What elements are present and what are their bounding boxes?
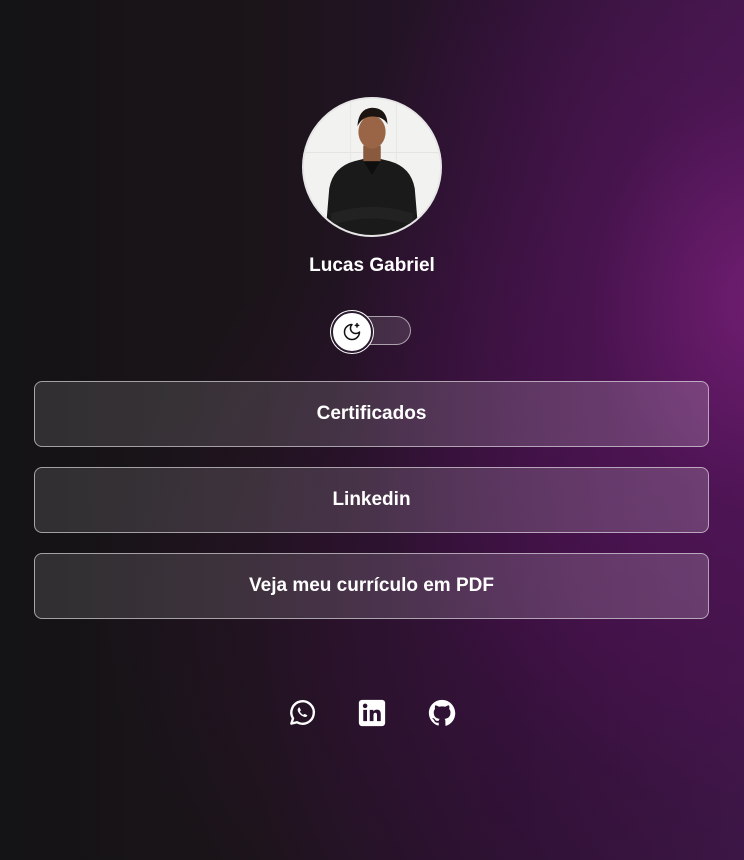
avatar — [302, 97, 442, 237]
whatsapp-icon[interactable] — [287, 698, 317, 728]
linkedin-icon[interactable] — [357, 698, 387, 728]
toggle-knob[interactable] — [331, 311, 373, 353]
profile-photo — [304, 99, 440, 235]
social-links — [0, 698, 744, 730]
theme-toggle[interactable] — [331, 311, 412, 353]
profile-name: Lucas Gabriel — [309, 255, 435, 276]
certificados-button[interactable]: Certificados — [34, 381, 709, 447]
moon-stars-icon — [343, 322, 361, 341]
linkedin-button[interactable]: Linkedin — [34, 467, 709, 533]
profile-page: Lucas Gabriel Certificados Linkedin Veja… — [0, 0, 744, 860]
github-icon[interactable] — [427, 698, 457, 728]
curriculo-pdf-button[interactable]: Veja meu currículo em PDF — [34, 553, 709, 619]
